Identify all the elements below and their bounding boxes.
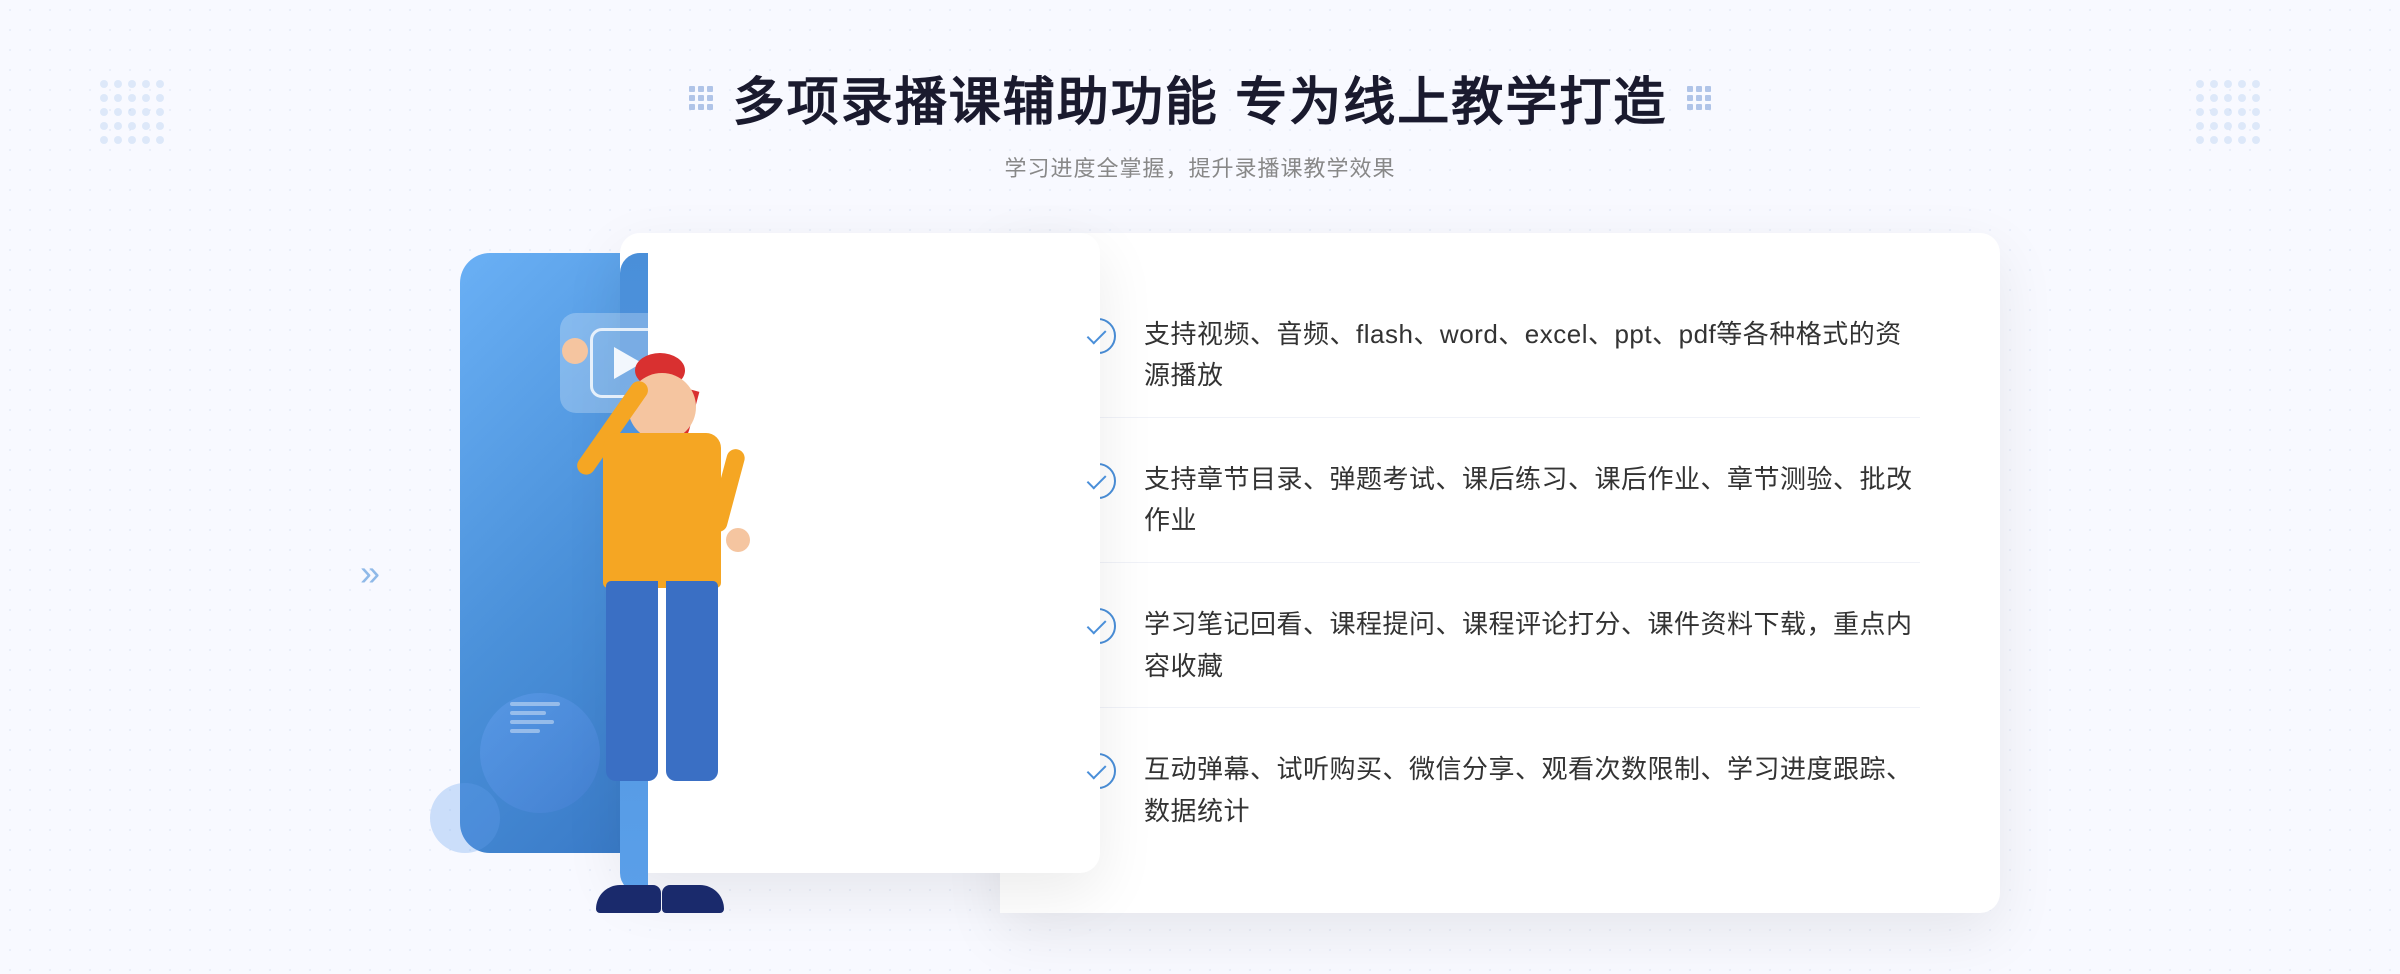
content-section: » [400, 233, 2000, 913]
person-illustration [500, 333, 800, 913]
dot-decoration-right [2196, 80, 2260, 144]
left-decorative-dots [689, 86, 713, 110]
page-wrapper: 多项录播课辅助功能 专为线上教学打造 学习进度全掌握，提升录播课教学效果 » [0, 0, 2400, 974]
right-decorative-dots [1687, 86, 1711, 110]
illustration-panel: » [400, 233, 1000, 913]
dot-decoration-left [100, 80, 164, 144]
features-panel: 支持视频、音频、flash、word、excel、ppt、pdf等各种格式的资源… [1000, 233, 2000, 913]
feature-item-2: 支持章节目录、弹题考试、课后练习、课后作业、章节测验、批改作业 [1080, 439, 1920, 563]
page-subtitle: 学习进度全掌握，提升录播课教学效果 [689, 151, 1711, 183]
feature-item-3: 学习笔记回看、课程提问、课程评论打分、课件资料下载，重点内容收藏 [1080, 584, 1920, 708]
feature-text-1: 支持视频、音频、flash、word、excel、ppt、pdf等各种格式的资源… [1144, 314, 1920, 397]
header-section: 多项录播课辅助功能 专为线上教学打造 学习进度全掌握，提升录播课教学效果 [689, 60, 1711, 183]
feature-item-1: 支持视频、音频、flash、word、excel、ppt、pdf等各种格式的资源… [1080, 294, 1920, 418]
feature-text-4: 互动弹幕、试听购买、微信分享、观看次数限制、学习进度跟踪、数据统计 [1144, 749, 1920, 832]
title-row: 多项录播课辅助功能 专为线上教学打造 [689, 60, 1711, 135]
feature-item-4: 互动弹幕、试听购买、微信分享、观看次数限制、学习进度跟踪、数据统计 [1080, 729, 1920, 852]
circle-decoration-2 [430, 783, 500, 853]
feature-text-3: 学习笔记回看、课程提问、课程评论打分、课件资料下载，重点内容收藏 [1144, 604, 1920, 687]
page-title: 多项录播课辅助功能 专为线上教学打造 [733, 60, 1667, 135]
feature-text-2: 支持章节目录、弹题考试、课后练习、课后作业、章节测验、批改作业 [1144, 459, 1920, 542]
left-arrow-icon: » [360, 552, 380, 594]
